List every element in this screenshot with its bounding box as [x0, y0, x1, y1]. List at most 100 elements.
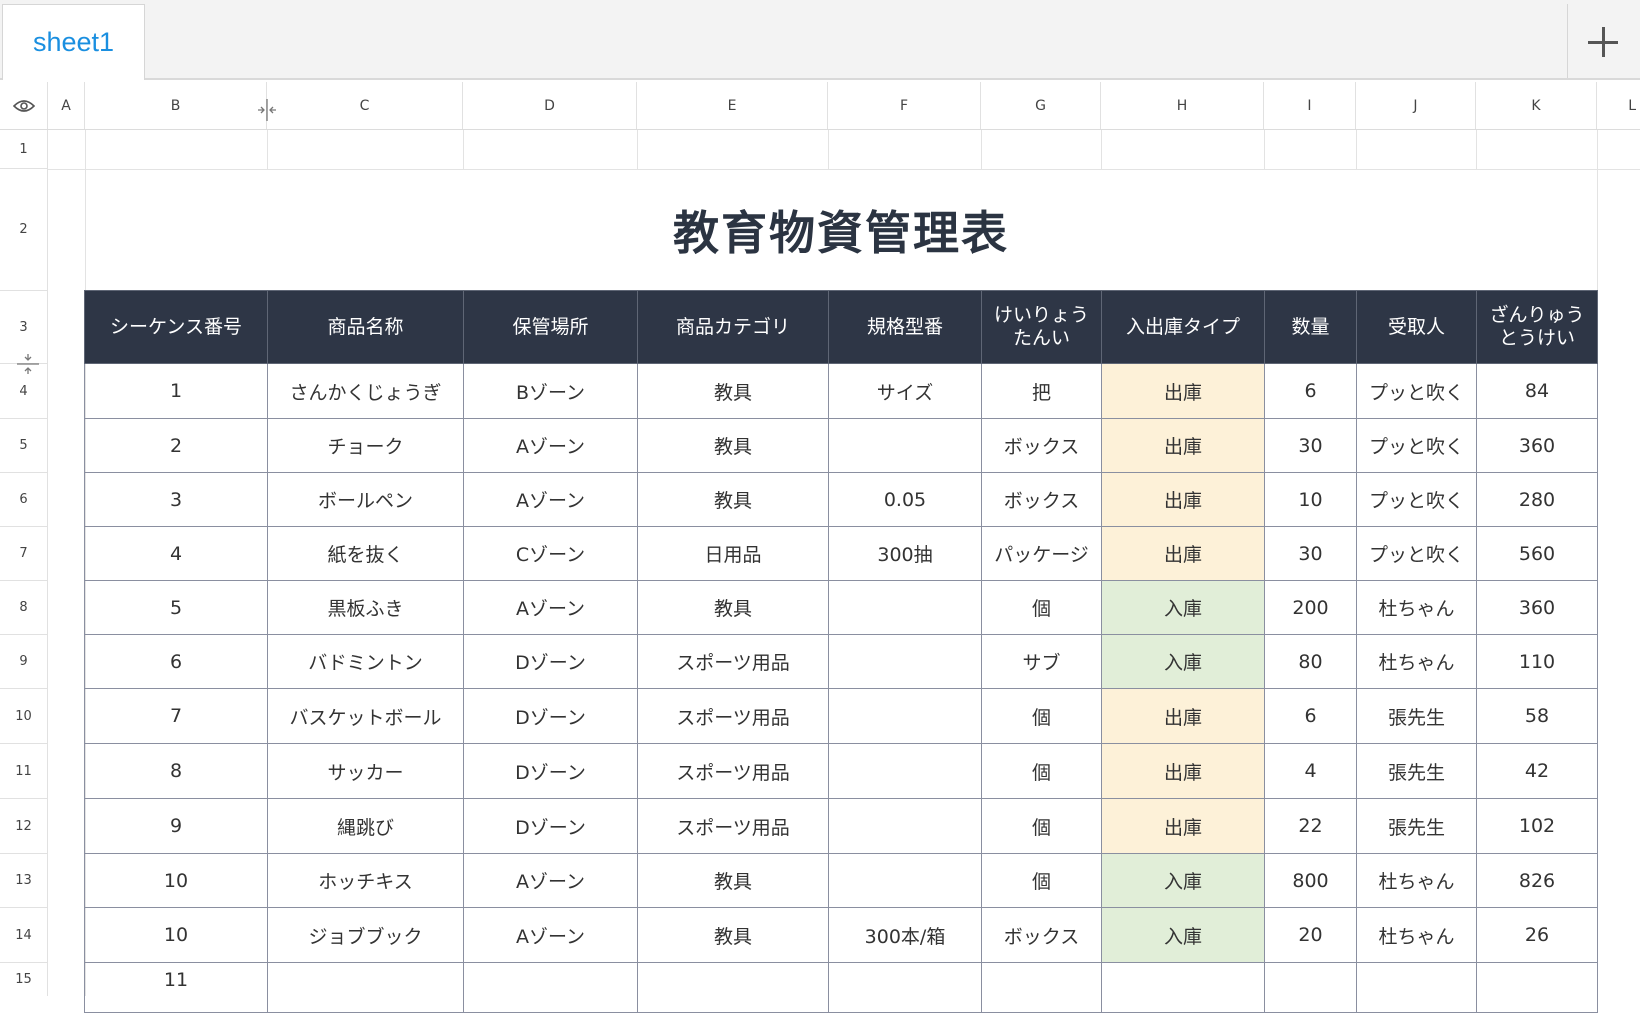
table-cell[interactable]	[267, 962, 464, 1013]
table-cell[interactable]: 張先生	[1356, 688, 1477, 744]
table-cell[interactable]: 360	[1476, 580, 1598, 635]
row-header[interactable]: 1	[0, 130, 48, 169]
table-cell[interactable]: 杜ちゃん	[1356, 634, 1477, 689]
table-cell[interactable]: 杜ちゃん	[1356, 853, 1477, 908]
table-cell[interactable]: 4	[1264, 743, 1357, 799]
row-header[interactable]: 5	[0, 419, 48, 473]
table-cell[interactable]: 6	[1264, 363, 1357, 419]
table-cell[interactable]	[828, 743, 982, 799]
table-cell[interactable]: 張先生	[1356, 798, 1477, 854]
header-cell[interactable]: 保管場所	[463, 290, 638, 364]
table-cell[interactable]	[828, 418, 982, 473]
table-cell[interactable]: Aゾーン	[463, 907, 638, 963]
column-header[interactable]: H	[1101, 82, 1264, 129]
row-header[interactable]: 8	[0, 581, 48, 635]
table-cell[interactable]	[463, 962, 638, 1013]
table-cell[interactable]: バドミントン	[267, 634, 464, 689]
table-cell[interactable]: 出庫	[1101, 526, 1265, 581]
column-header[interactable]: A	[48, 82, 85, 129]
table-cell[interactable]: 200	[1264, 580, 1357, 635]
table-cell[interactable]: 10	[84, 853, 268, 908]
table-cell[interactable]: 入庫	[1101, 634, 1265, 689]
column-header[interactable]: L	[1597, 82, 1640, 129]
table-cell[interactable]: 出庫	[1101, 743, 1265, 799]
table-cell[interactable]: 縄跳び	[267, 798, 464, 854]
row-header[interactable]: 14	[0, 908, 48, 963]
table-cell[interactable]: 7	[84, 688, 268, 744]
table-cell[interactable]: 出庫	[1101, 363, 1265, 419]
table-cell[interactable]: スポーツ用品	[637, 743, 829, 799]
table-cell[interactable]: 1	[84, 363, 268, 419]
table-cell[interactable]: 杜ちゃん	[1356, 907, 1477, 963]
table-cell[interactable]: 6	[1264, 688, 1357, 744]
table-cell[interactable]	[637, 962, 829, 1013]
sheet-tab-sheet1[interactable]: sheet1	[2, 4, 145, 80]
table-cell[interactable]: 20	[1264, 907, 1357, 963]
table-cell[interactable]	[828, 853, 982, 908]
table-cell[interactable]: 4	[84, 526, 268, 581]
header-cell[interactable]: 受取人	[1356, 290, 1477, 364]
header-cell[interactable]: 数量	[1264, 290, 1357, 364]
column-header[interactable]: G	[981, 82, 1101, 129]
table-cell[interactable]: ボールペン	[267, 472, 464, 527]
table-cell[interactable]: プッと吹く	[1356, 363, 1477, 419]
row-header[interactable]: 12	[0, 799, 48, 854]
row-resize-icon[interactable]	[16, 352, 40, 376]
table-cell[interactable]: 出庫	[1101, 418, 1265, 473]
table-cell[interactable]: 個	[981, 743, 1102, 799]
table-cell[interactable]: Aゾーン	[463, 472, 638, 527]
table-cell[interactable]: ホッチキス	[267, 853, 464, 908]
row-header[interactable]: 7	[0, 527, 48, 581]
table-cell[interactable]: ボックス	[981, 907, 1102, 963]
table-cell[interactable]: サイズ	[828, 363, 982, 419]
table-cell[interactable]: 個	[981, 688, 1102, 744]
table-cell[interactable]: 入庫	[1101, 580, 1265, 635]
table-cell[interactable]	[828, 634, 982, 689]
row-header[interactable]: 11	[0, 744, 48, 799]
row-header[interactable]: 2	[0, 169, 48, 291]
table-cell[interactable]: 9	[84, 798, 268, 854]
table-cell[interactable]: スポーツ用品	[637, 798, 829, 854]
column-resize-icon[interactable]	[256, 98, 278, 122]
column-header[interactable]: E	[637, 82, 828, 129]
column-header[interactable]: D	[463, 82, 637, 129]
table-cell[interactable]: プッと吹く	[1356, 526, 1477, 581]
table-cell[interactable]: Bゾーン	[463, 363, 638, 419]
eye-icon[interactable]	[0, 82, 48, 129]
table-cell[interactable]: 教具	[637, 853, 829, 908]
row-header[interactable]: 15	[0, 963, 48, 996]
table-cell[interactable]: 個	[981, 580, 1102, 635]
column-header[interactable]: F	[828, 82, 981, 129]
table-cell[interactable]: 個	[981, 798, 1102, 854]
column-header[interactable]: B	[85, 82, 267, 129]
table-cell[interactable]: Dゾーン	[463, 798, 638, 854]
table-cell[interactable]	[1476, 962, 1598, 1013]
table-cell[interactable]: 入庫	[1101, 853, 1265, 908]
table-cell[interactable]: 22	[1264, 798, 1357, 854]
table-cell[interactable]: 教具	[637, 363, 829, 419]
table-cell[interactable]	[828, 962, 982, 1013]
header-cell[interactable]: 規格型番	[828, 290, 982, 364]
table-cell[interactable]	[828, 580, 982, 635]
table-cell[interactable]: 黒板ふき	[267, 580, 464, 635]
table-cell[interactable]: 80	[1264, 634, 1357, 689]
table-cell[interactable]: スポーツ用品	[637, 688, 829, 744]
table-cell[interactable]: プッと吹く	[1356, 418, 1477, 473]
table-cell[interactable]: パッケージ	[981, 526, 1102, 581]
table-cell[interactable]: 6	[84, 634, 268, 689]
table-cell[interactable]: 84	[1476, 363, 1598, 419]
table-cell[interactable]: 教具	[637, 580, 829, 635]
table-cell[interactable]: 教具	[637, 418, 829, 473]
table-cell[interactable]: 入庫	[1101, 907, 1265, 963]
table-cell[interactable]: 出庫	[1101, 688, 1265, 744]
table-cell[interactable]: 102	[1476, 798, 1598, 854]
column-header[interactable]: C	[267, 82, 463, 129]
row-header[interactable]: 6	[0, 473, 48, 527]
table-cell[interactable]	[828, 798, 982, 854]
table-cell[interactable]: 560	[1476, 526, 1598, 581]
table-cell[interactable]: Dゾーン	[463, 634, 638, 689]
table-cell[interactable]: 360	[1476, 418, 1598, 473]
table-cell[interactable]: 張先生	[1356, 743, 1477, 799]
table-cell[interactable]: ジョブブック	[267, 907, 464, 963]
table-cell[interactable]: Cゾーン	[463, 526, 638, 581]
